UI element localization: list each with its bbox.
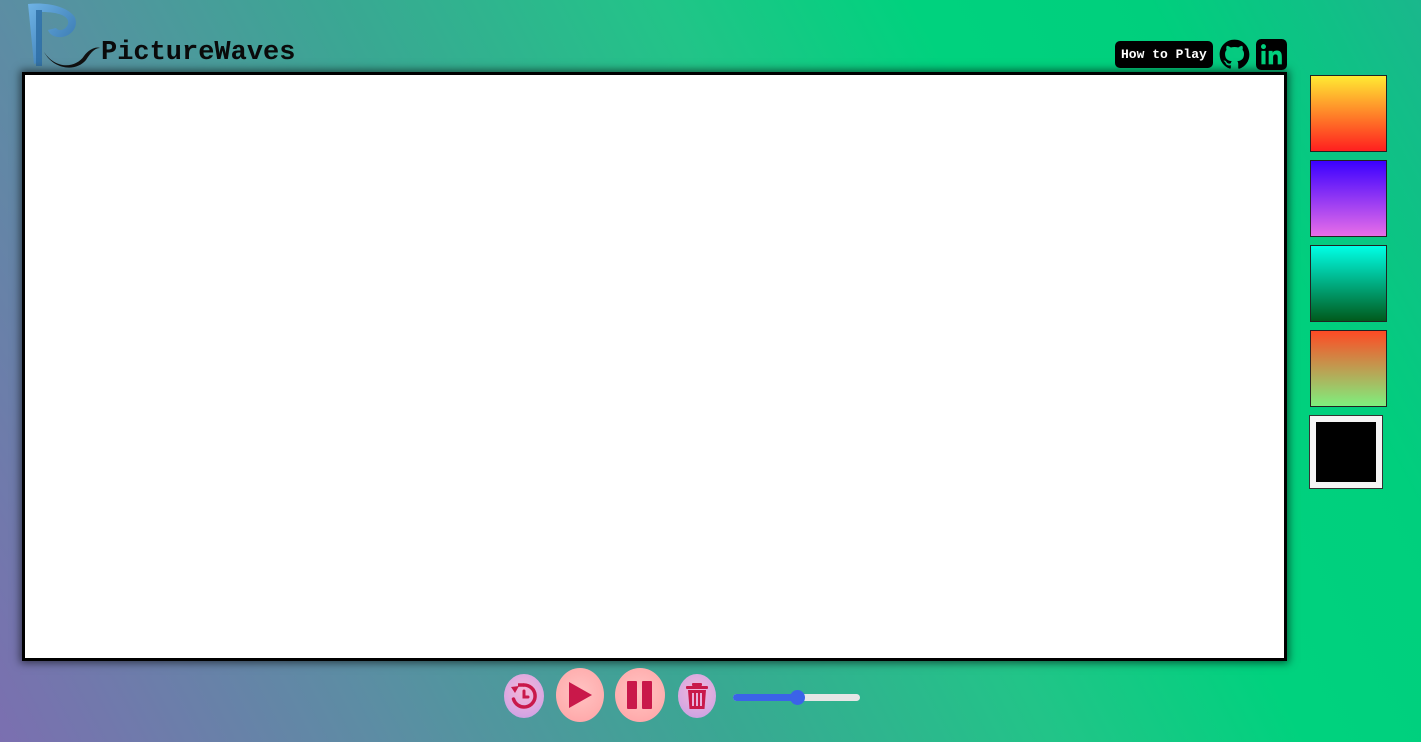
swatch-sunset[interactable] — [1310, 75, 1387, 152]
slider-thumb[interactable] — [790, 690, 805, 705]
speed-slider[interactable] — [733, 690, 860, 706]
swatch-black[interactable] — [1309, 415, 1383, 489]
picturewaves-logo-icon — [28, 3, 100, 68]
clear-button[interactable] — [678, 674, 716, 718]
reset-icon — [511, 683, 537, 709]
app-title: PictureWaves — [101, 38, 296, 68]
header-actions: How to Play — [1115, 38, 1287, 70]
swatch-ember-meadow[interactable] — [1310, 330, 1387, 407]
app-logo: PictureWaves — [26, 2, 326, 72]
trash-icon — [686, 683, 708, 709]
how-to-play-button[interactable]: How to Play — [1115, 40, 1213, 68]
slider-fill — [733, 694, 797, 701]
github-icon[interactable] — [1219, 39, 1250, 70]
reset-button[interactable] — [504, 674, 544, 718]
play-icon — [569, 682, 592, 708]
drawing-canvas[interactable] — [22, 72, 1287, 661]
linkedin-icon[interactable] — [1255, 38, 1287, 70]
play-button[interactable] — [556, 668, 604, 722]
swatch-teal-forest[interactable] — [1310, 245, 1387, 322]
swatch-violet[interactable] — [1310, 160, 1387, 237]
pause-icon — [627, 681, 652, 709]
pause-button[interactable] — [615, 668, 665, 722]
